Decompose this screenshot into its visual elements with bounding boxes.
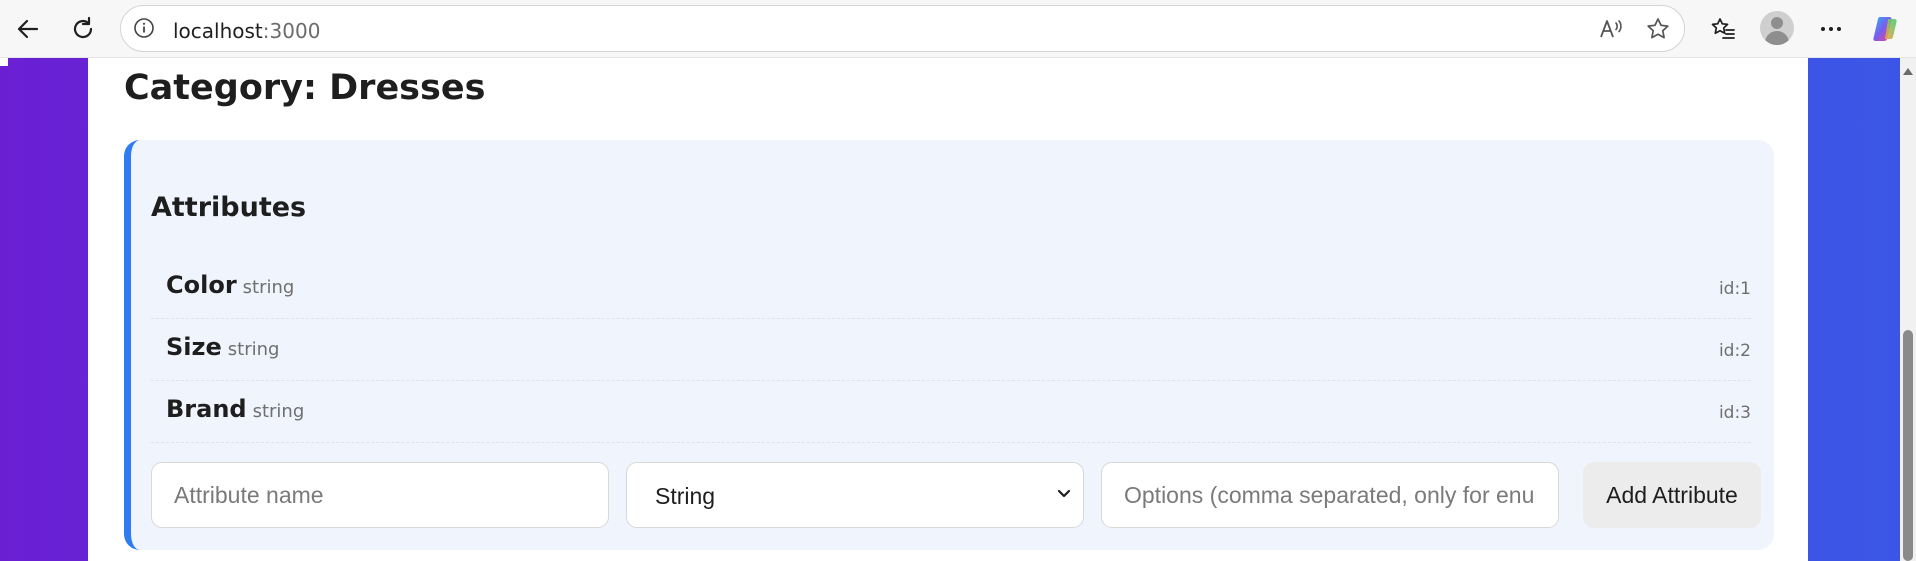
site-info-icon[interactable]	[133, 17, 155, 39]
attribute-list: Color string id:1 Size string id:2 Brand st…	[151, 257, 1751, 443]
scrollbar-thumb[interactable]	[1903, 330, 1913, 561]
attribute-name: Brand string	[166, 395, 305, 423]
attributes-panel: Attributes Color string id:1 Size string i…	[124, 140, 1774, 550]
attribute-name: Color string	[166, 271, 295, 299]
list-item: Color string id:1	[151, 257, 1751, 319]
attribute-type: string	[227, 339, 280, 360]
attribute-id: id:1	[1718, 279, 1751, 299]
attributes-heading: Attributes	[151, 192, 307, 223]
attribute-id: id:3	[1718, 403, 1751, 423]
scroll-up-icon[interactable]	[1903, 68, 1913, 75]
main-container: Category: Dresses Attributes Color string…	[88, 58, 1808, 561]
url-port: :3000	[262, 19, 321, 43]
favorites-list-icon[interactable]	[1705, 11, 1741, 47]
attribute-name: Size string	[166, 333, 280, 361]
chevron-down-icon	[1053, 483, 1075, 505]
attribute-id: id:2	[1718, 341, 1751, 361]
url-host: localhost	[173, 19, 263, 43]
browser-toolbar: localhost:3000	[0, 0, 1916, 58]
scrollbar[interactable]	[1900, 58, 1916, 561]
page-title: Category: Dresses	[124, 68, 486, 108]
attribute-options-field	[1101, 462, 1559, 528]
list-item: Size string id:2	[151, 319, 1751, 381]
add-attribute-button[interactable]: Add Attribute	[1583, 462, 1761, 528]
attribute-type: string	[242, 277, 295, 298]
star-icon[interactable]	[1645, 16, 1671, 42]
read-aloud-icon[interactable]	[1598, 16, 1624, 42]
refresh-icon[interactable]	[65, 11, 101, 47]
back-arrow-icon[interactable]	[10, 11, 46, 47]
attribute-type-value: String	[655, 483, 716, 509]
profile-avatar-icon[interactable]	[1760, 11, 1794, 45]
attribute-name-input[interactable]	[152, 463, 608, 527]
page-background: Category: Dresses Attributes Color string…	[0, 58, 1900, 561]
attribute-options-input[interactable]	[1102, 463, 1558, 527]
copilot-icon[interactable]	[1868, 11, 1904, 47]
attribute-type: string	[252, 401, 305, 422]
attribute-type-select[interactable]: String	[626, 462, 1084, 528]
page-corner	[0, 58, 8, 66]
add-attribute-form: String Add Attribute	[151, 462, 1761, 528]
attribute-name-field	[151, 462, 609, 528]
more-dots-icon[interactable]	[1813, 11, 1849, 47]
address-bar[interactable]: localhost:3000	[120, 5, 1685, 52]
list-item: Brand string id:3	[151, 381, 1751, 443]
url-text[interactable]: localhost:3000	[173, 19, 320, 43]
